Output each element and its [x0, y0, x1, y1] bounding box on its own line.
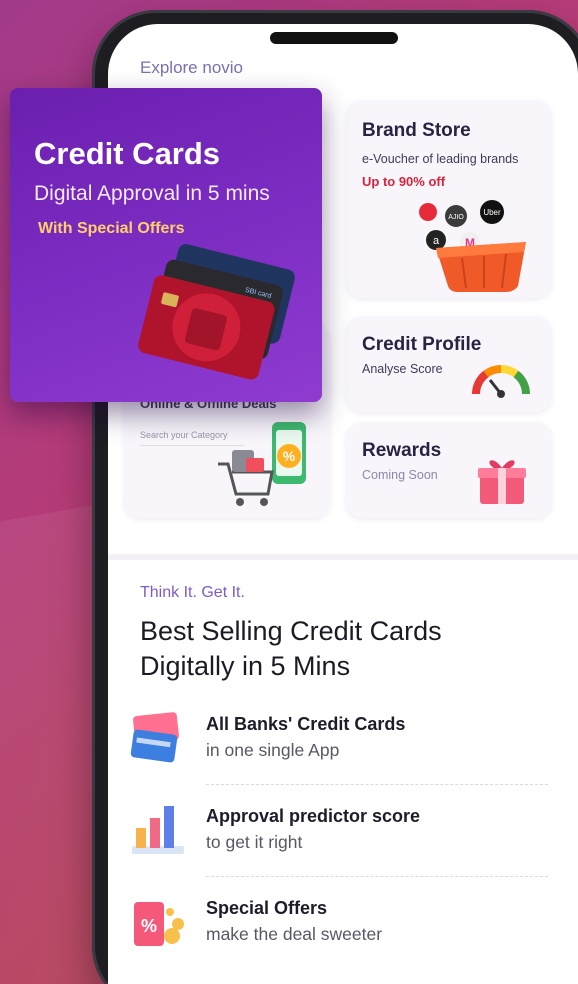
credit-cards-icon	[130, 712, 179, 763]
feature-item[interactable]: Approval predictor score to get it right	[128, 802, 568, 890]
rewards-card[interactable]: Rewards Coming Soon	[346, 422, 552, 518]
feature-sub: in one single App	[206, 740, 340, 760]
promo-subtitle: Digital Approval in 5 mins	[34, 182, 270, 205]
gift-box-icon	[478, 460, 526, 504]
brand-logo-amazon: a	[433, 235, 440, 247]
promo-offer: With Special Offers	[38, 220, 185, 237]
feature-title: Approval predictor score	[206, 806, 421, 826]
phone-notch	[270, 32, 398, 44]
feature-divider	[206, 784, 548, 785]
credit-cards-promo[interactable]: Credit Cards Digital Approval in 5 mins …	[10, 88, 322, 402]
rewards-sub: Coming Soon	[362, 468, 438, 482]
credit-profile-sub: Analyse Score	[362, 362, 443, 376]
promo-title: Credit Cards	[34, 136, 221, 171]
section-eyebrow: Think It. Get It.	[140, 584, 245, 601]
section-heading-line2: Digitally in 5 Mins	[140, 651, 351, 681]
offer-tag-icon: %	[134, 902, 184, 946]
feature-item[interactable]: % Special Offers make the deal sweeter	[128, 894, 568, 982]
feature-title: All Banks' Credit Cards	[206, 714, 406, 734]
shopping-basket-icon: AJIO Uber a M	[419, 200, 526, 292]
score-gauge-icon	[472, 365, 530, 398]
brand-store-offer: Up to 90% off	[362, 174, 446, 189]
svg-text:%: %	[283, 448, 296, 464]
feature-divider	[206, 876, 548, 877]
section-divider	[108, 554, 578, 560]
feature-sub: make the deal sweeter	[206, 924, 383, 944]
credit-profile-card[interactable]: Credit Profile Analyse Score	[346, 316, 552, 412]
svg-text:%: %	[141, 916, 157, 936]
bar-chart-icon	[132, 806, 184, 854]
shopping-cart-icon: %	[218, 422, 306, 506]
brand-store-title: Brand Store	[362, 120, 471, 141]
section-heading: Best Selling Credit Cards Digitally in 5…	[140, 614, 540, 684]
brand-logo-ajio: AJIO	[448, 214, 464, 221]
section-heading-line1: Best Selling Credit Cards	[140, 616, 442, 646]
credit-card-stack-icon: SBI card	[138, 244, 295, 380]
brand-store-card[interactable]: Brand Store e-Voucher of leading brands …	[346, 100, 552, 298]
feature-sub: to get it right	[206, 832, 303, 852]
feature-title: Special Offers	[206, 898, 328, 918]
credit-profile-title: Credit Profile	[362, 334, 482, 355]
brand-logo-uber: Uber	[483, 208, 501, 217]
brand-store-sub: e-Voucher of leading brands	[362, 152, 519, 166]
rewards-title: Rewards	[362, 440, 442, 461]
explore-label: Explore novio	[140, 58, 244, 77]
feature-item[interactable]: All Banks' Credit Cards in one single Ap…	[128, 710, 568, 798]
